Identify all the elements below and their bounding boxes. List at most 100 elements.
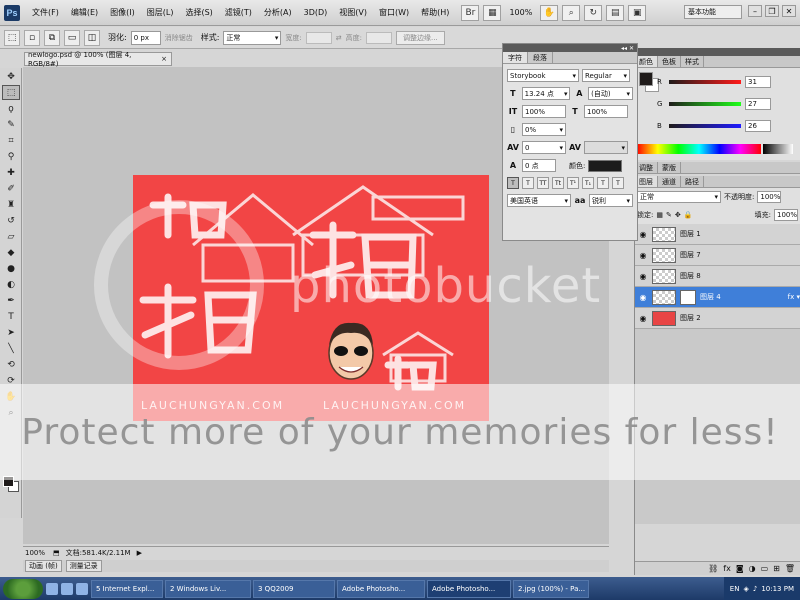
new-group-icon[interactable]: ▭ [761, 564, 769, 573]
tracking-ratio-select[interactable]: 0% ▾ [522, 123, 566, 136]
red-slider[interactable] [669, 80, 741, 84]
menu-filter[interactable]: 滤镜(T) [219, 7, 258, 18]
green-value[interactable]: 27 [745, 98, 771, 110]
tab-paragraph[interactable]: 段落 [528, 52, 553, 63]
refine-edge-button[interactable]: 调整边缘... [396, 30, 445, 45]
collapse-icon[interactable]: ◂◂ ✕ [621, 45, 634, 52]
tab-styles[interactable]: 样式 [681, 56, 704, 67]
menu-layer[interactable]: 图层(L) [141, 7, 180, 18]
style-select[interactable]: 正常 ▾ [223, 30, 282, 45]
fill-input[interactable]: 100% [774, 209, 798, 221]
lock-all-icon[interactable]: 🔒 [684, 211, 693, 219]
menu-3d[interactable]: 3D(D) [298, 8, 334, 17]
arrange-documents-icon[interactable]: ▤ [606, 4, 625, 21]
tab-color[interactable]: 颜色 [635, 56, 658, 67]
color-spectrum[interactable] [637, 144, 761, 154]
screen-mode-icon[interactable]: ▣ [628, 4, 647, 21]
leading-select[interactable]: (自动) ▾ [588, 87, 634, 100]
clock[interactable]: 10:13 PM [761, 585, 794, 593]
eraser-tool-icon[interactable]: ▱ [2, 229, 20, 244]
3d-rotate-icon[interactable]: ⟲ [2, 357, 20, 372]
network-icon[interactable]: ◈ [743, 585, 748, 593]
red-value[interactable]: 31 [745, 76, 771, 88]
menu-select[interactable]: 选择(S) [179, 7, 218, 18]
workspace-switcher[interactable]: 基本功能 [684, 5, 742, 19]
history-brush-icon[interactable]: ↺ [2, 213, 20, 228]
feather-input[interactable]: 0 px [130, 30, 161, 45]
tab-measurement[interactable]: 测量记录 [65, 560, 102, 572]
add-style-icon[interactable]: fx [723, 564, 731, 573]
document-tab[interactable]: newlogo.psd @ 100% (图层 4, RGB/8#) × [24, 51, 172, 68]
quick-launch-icon[interactable] [46, 582, 58, 595]
tracking-select[interactable]: ▾ [584, 141, 628, 154]
view-extras-icon[interactable]: ▦ [483, 4, 502, 21]
width-input[interactable] [305, 31, 332, 44]
quick-launch-icon[interactable] [61, 582, 73, 595]
intersect-selection-icon[interactable]: ◫ [84, 29, 100, 46]
close-icon[interactable]: ✕ [782, 5, 796, 17]
crop-tool-icon[interactable]: ⌗ [2, 133, 20, 148]
tab-swatches[interactable]: 色板 [658, 56, 681, 67]
layer-mask-thumbnail[interactable] [680, 289, 696, 305]
hand-tool-icon[interactable]: ✋ [540, 4, 559, 21]
start-button[interactable] [3, 578, 43, 599]
path-select-icon[interactable]: ➤ [2, 325, 20, 340]
font-size-select[interactable]: 13.24 点 ▾ [521, 87, 571, 100]
language-select[interactable]: 美国英语 ▾ [507, 194, 571, 207]
add-mask-icon[interactable]: ◙ [736, 564, 744, 573]
all-caps-icon[interactable]: TT [537, 177, 549, 189]
faux-bold-icon[interactable]: T [507, 177, 519, 189]
tab-adjustments[interactable]: 调整 [635, 162, 658, 173]
text-color-swatch[interactable] [588, 159, 623, 172]
lock-position-icon[interactable]: ✥ [675, 211, 681, 219]
menu-image[interactable]: 图像(I) [104, 7, 141, 18]
visibility-eye-icon[interactable]: ◉ [638, 314, 648, 323]
clone-stamp-icon[interactable]: ♜ [2, 197, 20, 212]
dodge-tool-icon[interactable]: ◐ [2, 277, 20, 292]
tab-character[interactable]: 字符 [503, 52, 528, 63]
antialias-select[interactable]: 锐利 ▾ [589, 194, 633, 207]
menu-edit[interactable]: 编辑(E) [65, 7, 104, 18]
green-slider[interactable] [669, 102, 741, 106]
zoom-level[interactable]: 100% [505, 8, 536, 17]
tab-animation[interactable]: 动画 (帧) [25, 560, 62, 572]
dock-header[interactable] [635, 48, 800, 56]
visibility-eye-icon[interactable]: ◉ [638, 230, 648, 239]
lock-pixels-icon[interactable]: ✎ [666, 211, 672, 219]
tab-masks[interactable]: 蒙版 [658, 162, 681, 173]
healing-brush-icon[interactable]: ✚ [2, 165, 20, 180]
subtract-selection-icon[interactable]: ▭ [64, 29, 80, 46]
horizontal-scale-input[interactable]: 100% [584, 105, 628, 118]
status-arrow-icon[interactable]: ▶ [137, 549, 142, 557]
lock-transparency-icon[interactable]: ▦ [656, 211, 663, 219]
panel-header[interactable]: ◂◂ ✕ [503, 44, 637, 52]
layer-effects-icon[interactable]: fx ▾ [788, 293, 800, 301]
underline-icon[interactable]: T [597, 177, 609, 189]
marquee-tool-icon[interactable]: ⬚ [2, 85, 20, 100]
layer-row-selected[interactable]: ◉ 图层 4 fx ▾ [635, 287, 800, 308]
paint-bucket-icon[interactable]: ◆ [2, 245, 20, 260]
type-tool-icon[interactable]: T [2, 309, 20, 324]
visibility-eye-icon[interactable]: ◉ [638, 272, 648, 281]
taskbar-item-photoshop-2[interactable]: Adobe Photosho... [427, 579, 511, 598]
blue-slider[interactable] [669, 124, 741, 128]
pen-tool-icon[interactable]: ✒ [2, 293, 20, 308]
quick-select-tool-icon[interactable]: ✎ [2, 117, 20, 132]
visibility-eye-icon[interactable]: ◉ [638, 293, 648, 302]
layer-row[interactable]: ◉ 图层 1 [635, 224, 800, 245]
menu-file[interactable]: 文件(F) [26, 7, 65, 18]
language-indicator[interactable]: EN [730, 585, 740, 593]
taskbar-item-windows-live[interactable]: 2 Windows Liv... [165, 579, 251, 598]
grayscale-spectrum[interactable] [763, 144, 793, 154]
rotate-view-icon[interactable]: ↻ [584, 4, 603, 21]
brush-tool-icon[interactable]: ✐ [2, 181, 20, 196]
taskbar-item-qq[interactable]: 3 QQ2009 [253, 579, 335, 598]
delete-layer-icon[interactable]: 🗑 [785, 564, 795, 573]
new-layer-icon[interactable]: ⊞ [773, 564, 780, 573]
superscript-icon[interactable]: T¹ [567, 177, 579, 189]
visibility-eye-icon[interactable]: ◉ [638, 251, 648, 260]
quick-launch-icon[interactable] [76, 582, 88, 595]
opacity-input[interactable]: 100% [757, 191, 782, 203]
tab-channels[interactable]: 通道 [658, 176, 681, 187]
marquee-preset-icon[interactable]: ⬚ [4, 29, 20, 46]
